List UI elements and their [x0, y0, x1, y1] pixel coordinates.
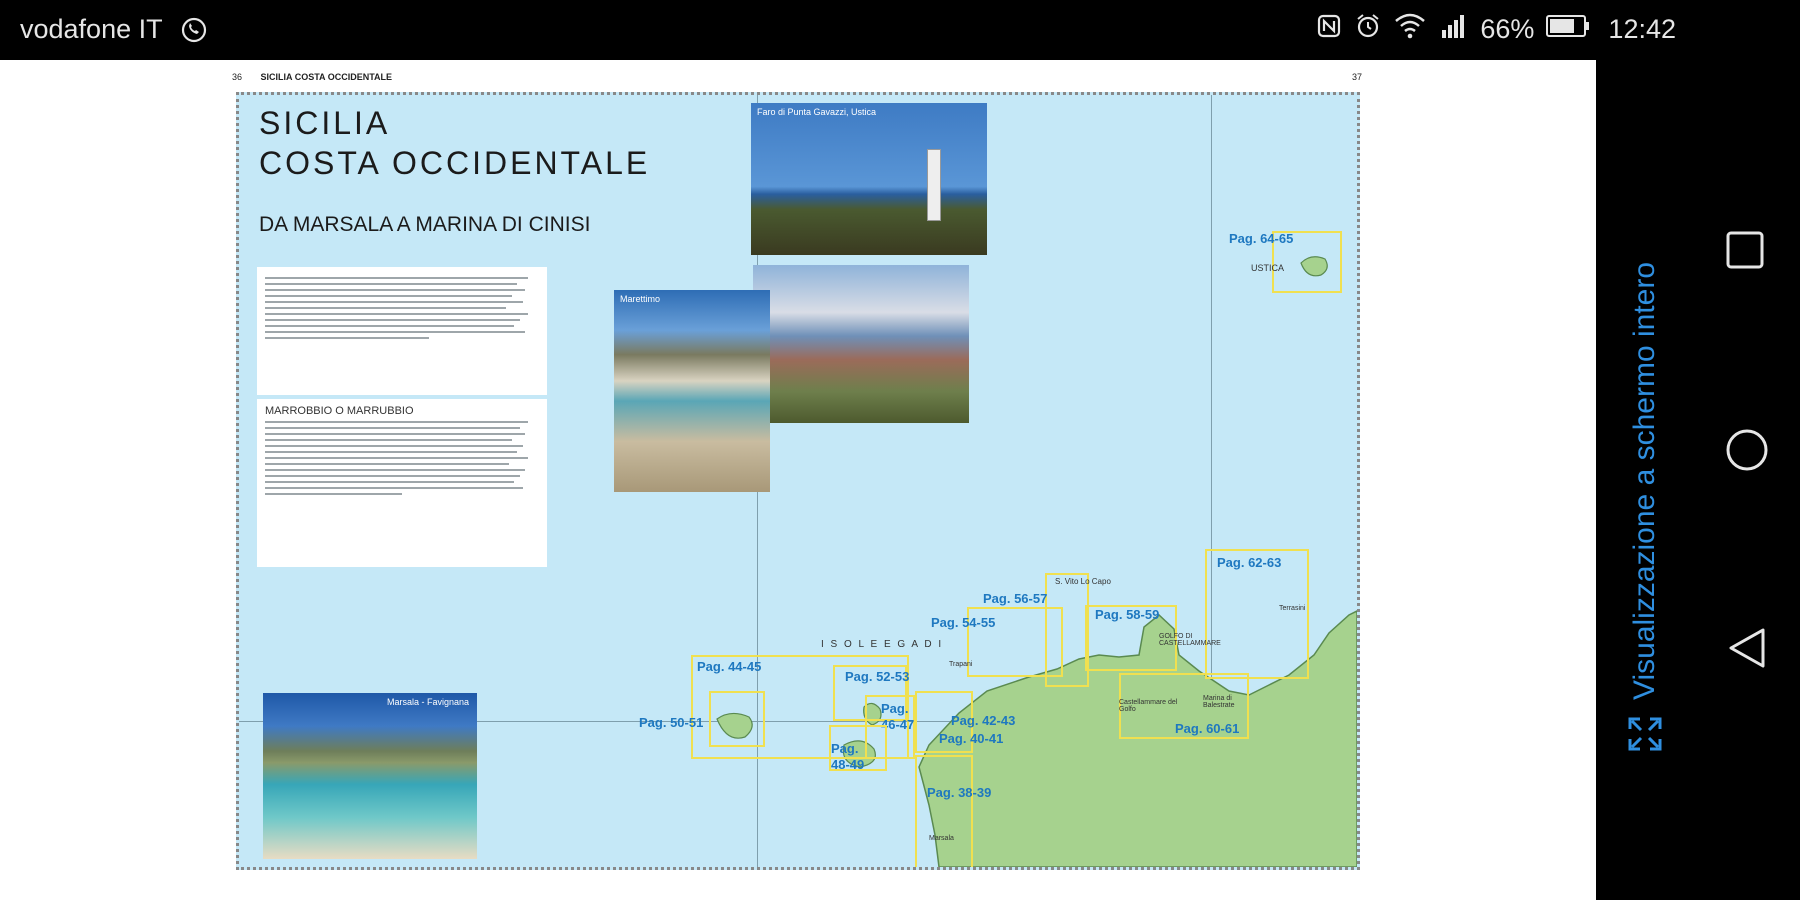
town-label: Castellammare del Golfo [1119, 699, 1178, 713]
map-index-label[interactable]: Pag. 38-39 [927, 785, 991, 800]
town-label: Marsala [929, 835, 954, 842]
photo-marettimo: Marettimo [614, 290, 770, 492]
photo-caption: Marettimo [620, 294, 661, 304]
map-index-label[interactable]: Pag. 54-55 [931, 615, 995, 630]
town-label: Trapani [949, 661, 973, 668]
carrier-label: vodafone IT [20, 14, 163, 44]
page-title-line2: COSTA OCCIDENTALE [259, 145, 651, 181]
town-label: S. Vito Lo Capo [1055, 577, 1111, 586]
map-index-label[interactable]: Pag. 64-65 [1229, 231, 1293, 246]
map-index-label[interactable]: Pag. 50-51 [639, 715, 703, 730]
map-index-label[interactable]: Pag. 40-41 [939, 731, 1003, 746]
photo-lighthouse: Faro di Punta Gavazzi, Ustica [751, 103, 987, 255]
gulf-label: GOLFO DI CASTELLAMMARE [1159, 633, 1221, 647]
clock: 12:42 [1608, 14, 1676, 44]
map-index-label[interactable]: Pag. 52-53 [845, 669, 909, 684]
map-index-box[interactable] [915, 755, 973, 867]
nfc-icon [1316, 13, 1342, 46]
left-page-number: 36 [232, 72, 243, 82]
photo-coastline [753, 265, 969, 423]
right-page-number: 37 [1351, 72, 1362, 82]
marrobbio-text-box: MARROBBIO O MARRUBBIO [257, 399, 547, 567]
signal-icon [1438, 12, 1468, 47]
running-header: SICILIA COSTA OCCIDENTALE [260, 72, 393, 82]
page-subtitle: DA MARSALA A MARINA DI CINISI [259, 213, 591, 236]
town-label: Marina di Balestrate [1203, 695, 1235, 709]
back-button[interactable] [1725, 626, 1769, 675]
intro-text-box [257, 267, 547, 395]
status-bar: vodafone IT 66% 12:42 [0, 0, 1800, 60]
map-index-label[interactable]: Pag. 44-45 [697, 659, 761, 674]
island-label: USTICA [1251, 263, 1285, 273]
fullscreen-label: Visualizzazione a schermo intero [1628, 261, 1661, 700]
recents-button[interactable] [1725, 230, 1765, 275]
battery-icon [1546, 14, 1590, 45]
map-index-label[interactable]: Pag. 42-43 [951, 713, 1015, 728]
page-title-line1: SICILIA [259, 105, 391, 141]
photo-caption: Faro di Punta Gavazzi, Ustica [757, 107, 877, 117]
wifi-icon [1394, 12, 1426, 47]
map-index-label[interactable]: Pag. 62-63 [1217, 555, 1281, 570]
whatsapp-icon [180, 16, 208, 49]
map-index-box[interactable] [709, 691, 765, 747]
battery-percent: 66% [1480, 14, 1535, 44]
map-index-label[interactable]: Pag. 48-49 [831, 741, 871, 773]
home-button[interactable] [1725, 428, 1769, 477]
expand-icon [1626, 715, 1664, 758]
page-header: 36 SICILIA COSTA OCCIDENTALE 37 [232, 72, 1362, 86]
archipelago-label: I S O L E E G A D I [821, 639, 944, 650]
map-spread: SICILIA COSTA OCCIDENTALE DA MARSALA A M… [236, 92, 1360, 870]
fullscreen-toggle[interactable]: Visualizzazione a schermo intero [1620, 130, 1680, 770]
marrobbio-heading: MARROBBIO O MARRUBBIO [265, 405, 414, 417]
map-index-label[interactable]: Pag. 58-59 [1095, 607, 1159, 622]
alarm-icon [1354, 12, 1382, 47]
map-index-label[interactable]: Pag. 56-57 [983, 591, 1047, 606]
photo-caption: Marsala - Favignana [386, 697, 469, 707]
map-index-label[interactable]: Pag. 60-61 [1175, 721, 1239, 736]
photo-favignana: Marsala - Favignana [263, 693, 477, 859]
town-label: Terrasini [1279, 605, 1306, 612]
